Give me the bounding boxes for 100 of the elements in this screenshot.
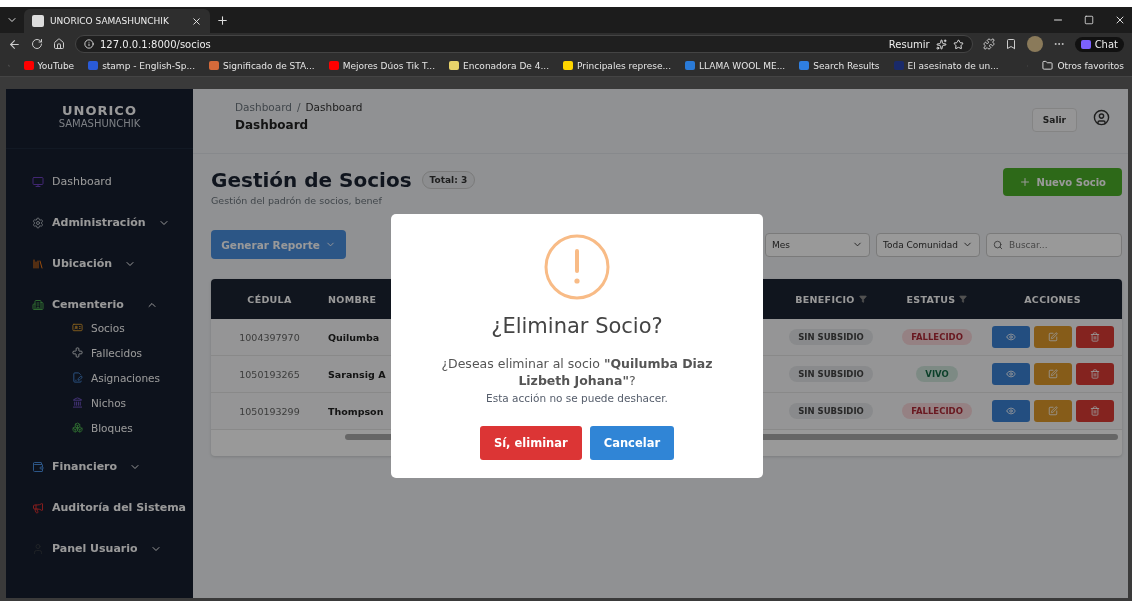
home-icon[interactable] — [53, 38, 65, 50]
sidebar-icon — [32, 175, 44, 188]
community-select[interactable]: Toda Comunidad — [876, 232, 980, 257]
sidebar-icon — [32, 257, 44, 270]
table-cell: 1050193265 — [239, 368, 300, 380]
url-text: 127.0.0.1:8000/socios — [100, 38, 211, 50]
table-cell: Thompson — [328, 405, 384, 417]
sidebar-icon — [72, 322, 83, 333]
column-header: CÉDULA — [247, 293, 292, 305]
dialog-note: Esta acción no se puede deshacer. — [486, 391, 668, 404]
eye-icon — [1005, 332, 1016, 342]
sidebar-item[interactable]: Financiero — [32, 446, 193, 487]
search-icon — [993, 239, 1003, 250]
brand-title: UNORICO — [62, 102, 137, 118]
sparkle-icon — [935, 38, 947, 50]
column-header: ACCIONES — [1024, 293, 1081, 305]
edit-icon — [1047, 369, 1058, 379]
address-bar[interactable]: 127.0.0.1:8000/socios Resumir — [75, 35, 973, 53]
eye-icon — [1005, 406, 1016, 416]
new-tab-icon[interactable] — [216, 13, 229, 27]
bookmark-link[interactable]: Significado de STA... — [209, 60, 315, 71]
table-cell: 1050193299 — [239, 405, 300, 417]
sidebar-icon — [72, 397, 83, 408]
info-icon — [84, 39, 94, 49]
table-cell: Saransig A — [328, 368, 386, 380]
bookmark-link[interactable]: YouTube — [23, 60, 75, 71]
sidebar-item[interactable]: Auditoría del Sistema — [32, 487, 193, 528]
status-badge: FALLECIDO — [902, 403, 972, 419]
sidebar-icon — [32, 460, 44, 473]
star-icon[interactable] — [952, 38, 964, 50]
sidebar-item[interactable]: Ubicación — [32, 243, 193, 284]
column-header: NOMBRE — [328, 293, 377, 305]
table-cell: 1004397970 — [239, 331, 300, 343]
delete-button[interactable] — [1075, 363, 1114, 385]
edit-icon — [1047, 332, 1058, 342]
sidebar-icon — [72, 347, 83, 358]
favorites-icon[interactable] — [1004, 38, 1017, 50]
status-badge: VIVO — [916, 366, 958, 382]
view-button[interactable] — [991, 363, 1030, 385]
bookmark-link[interactable]: stamp - English-Sp... — [88, 60, 196, 71]
view-button[interactable] — [991, 326, 1030, 348]
bookmark-link[interactable]: El asesinato de un... — [893, 60, 999, 71]
chat-button[interactable]: Chat — [1074, 36, 1124, 52]
reload-icon[interactable] — [31, 38, 43, 50]
browser-tab[interactable]: UNORICO SAMASHUNCHIK — [24, 9, 210, 33]
search-input[interactable]: Buscar... — [1007, 238, 1107, 251]
table-cell: Quilumba — [328, 331, 380, 343]
sidebar-subitem[interactable]: Asignaciones — [72, 365, 193, 390]
sidebar-subitem[interactable]: Nichos — [72, 390, 193, 415]
folder-icon — [1042, 60, 1054, 71]
bookmark-link[interactable]: Principales represe... — [563, 60, 672, 71]
bookmark-link[interactable]: Search Results — [799, 60, 880, 71]
trash-icon — [1089, 332, 1100, 342]
breadcrumb-separator: / — [296, 101, 301, 113]
trash-icon — [1089, 369, 1100, 379]
sidebar-icon — [32, 216, 44, 229]
close-window-icon[interactable] — [1114, 14, 1126, 26]
maximize-icon[interactable] — [1084, 15, 1094, 25]
brand-subtitle: SAMASHUNCHIK — [58, 117, 141, 129]
plus-icon — [1018, 176, 1031, 188]
delete-button[interactable] — [1075, 326, 1114, 348]
summarize-button[interactable]: Resumir — [888, 38, 930, 50]
edit-icon — [1047, 406, 1058, 416]
sidebar-subitem[interactable]: Fallecidos — [72, 340, 193, 365]
warning-icon — [544, 234, 610, 301]
close-icon[interactable] — [191, 15, 202, 27]
benefit-badge: SIN SUBSIDIO — [789, 366, 873, 382]
page-subtitle: Gestión del padrón de socios, benef — [211, 195, 383, 206]
trash-icon — [1089, 406, 1100, 416]
sidebar-item[interactable]: Administración — [32, 202, 193, 243]
delete-button[interactable] — [1075, 400, 1114, 422]
sidebar-item[interactable]: Dashboard — [32, 161, 193, 202]
confirm-button[interactable]: Sí, eliminar — [479, 425, 582, 460]
benefit-badge: SIN SUBSIDIO — [789, 403, 873, 419]
dialog-message: ¿Deseas eliminar al socio "Quilumba Diaz Lizbeth Johana"? — [440, 356, 714, 390]
sidebar-subitem[interactable]: Bloques — [72, 415, 193, 440]
sidebar-icon — [32, 501, 44, 514]
eye-icon — [1005, 369, 1016, 379]
filter-icon[interactable] — [959, 295, 968, 303]
sidebar-icon — [72, 372, 83, 383]
bookmark-link[interactable]: Enconadora De 4... — [449, 60, 550, 71]
month-select[interactable]: Mes — [765, 232, 870, 257]
header-title: Dashboard — [235, 118, 310, 132]
search-field[interactable]: Buscar... — [986, 232, 1122, 257]
extensions-icon[interactable] — [982, 38, 995, 50]
filter-icon[interactable] — [858, 295, 867, 303]
bookmark-link[interactable]: LLAMA WOOL ME... — [685, 60, 786, 71]
column-header: ESTATUS — [906, 293, 968, 305]
sidebar-icon — [72, 422, 83, 433]
benefit-badge: SIN SUBSIDIO — [789, 329, 873, 345]
cancel-button[interactable]: Cancelar — [589, 425, 675, 460]
profile-avatar[interactable] — [1026, 36, 1043, 52]
breadcrumb-current: Dashboard — [305, 101, 363, 113]
back-icon[interactable] — [8, 37, 21, 51]
sidebar-item[interactable]: Panel Usuario — [32, 528, 193, 569]
view-button[interactable] — [991, 400, 1030, 422]
user-icon[interactable] — [1093, 109, 1110, 126]
other-favorites-link[interactable]: Otros favoritos — [1042, 60, 1124, 71]
bookmark-link[interactable]: Mejores Dúos Tik T... — [328, 60, 436, 71]
logout-button[interactable]: Salir — [1031, 108, 1077, 132]
